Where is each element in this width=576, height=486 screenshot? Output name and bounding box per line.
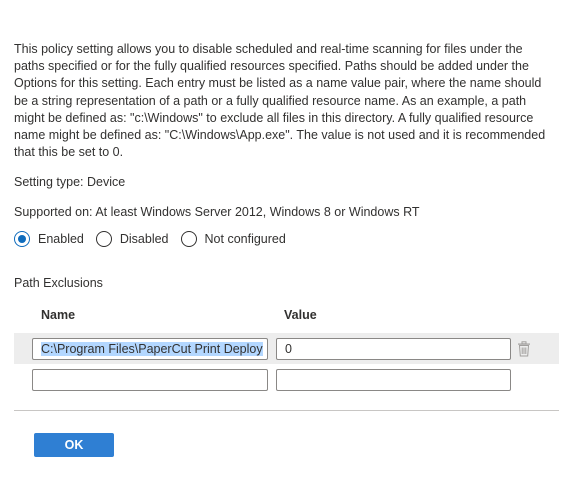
radio-enabled-indicator[interactable]: [14, 231, 30, 247]
trash-icon[interactable]: [517, 341, 531, 357]
state-radio-group: Enabled Disabled Not configured: [14, 231, 298, 247]
radio-disabled-indicator[interactable]: [95, 231, 112, 247]
path-exclusions-title: Path Exclusions: [14, 276, 103, 290]
exclusion-name-input-2[interactable]: [32, 369, 268, 391]
policy-description: This policy setting allows you to disabl…: [14, 42, 546, 160]
radio-enabled-label: Enabled: [38, 232, 84, 246]
radio-enabled[interactable]: Enabled: [14, 231, 84, 247]
name-column-header: Name: [41, 308, 76, 322]
setting-type: Setting type: Device: [14, 175, 126, 189]
supported-on: Supported on: At least Windows Server 20…: [14, 205, 420, 219]
radio-not-configured-indicator[interactable]: [180, 231, 197, 247]
ok-button[interactable]: OK: [34, 433, 114, 457]
radio-disabled-label: Disabled: [119, 232, 169, 246]
exclusion-value-input-1[interactable]: 0: [276, 338, 511, 360]
exclusion-value-input-2[interactable]: [276, 369, 511, 391]
exclusion-name-value-1: C:\Program Files\PaperCut Print Deploy: [41, 342, 263, 356]
exclusion-name-input-1[interactable]: C:\Program Files\PaperCut Print Deploy: [32, 338, 268, 360]
radio-disabled[interactable]: Disabled: [95, 231, 169, 247]
radio-not-configured-label: Not configured: [204, 232, 286, 246]
radio-not-configured[interactable]: Not configured: [180, 231, 286, 247]
value-column-header: Value: [284, 308, 317, 322]
divider: [14, 410, 559, 411]
